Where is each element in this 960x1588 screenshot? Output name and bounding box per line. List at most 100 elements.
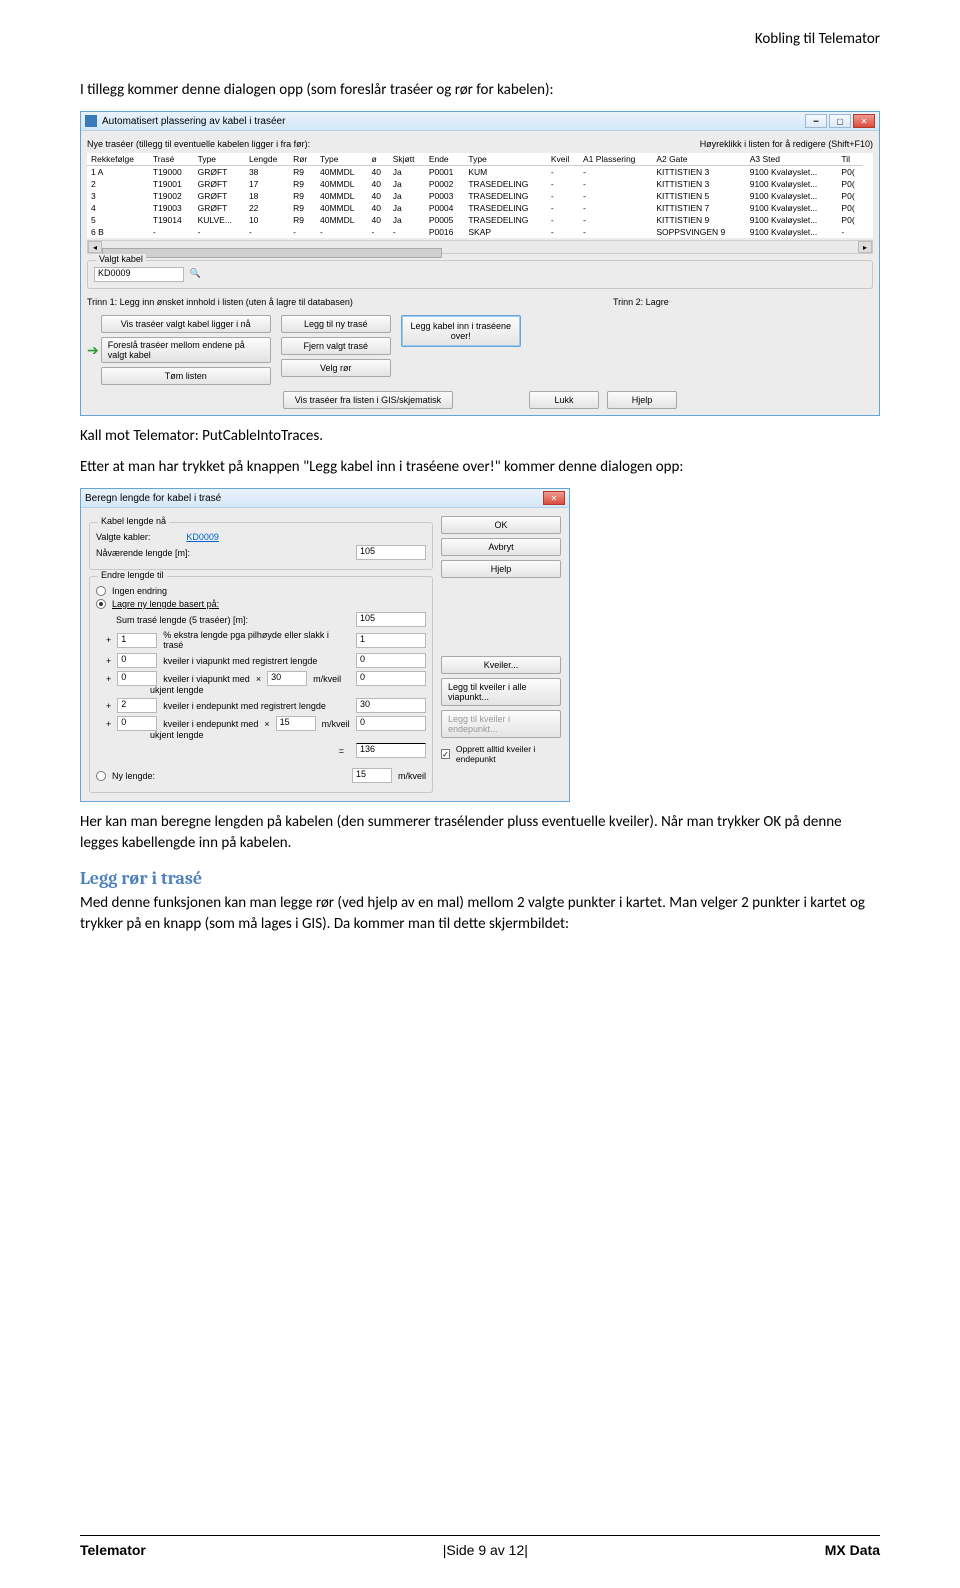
dialog1-titlebar[interactable]: Automatisert plassering av kabel i trasé… [81,112,879,131]
table-row[interactable]: 6 B-------P0016SKAP--SOPPSVINGEN 99100 K… [87,226,873,238]
table-cell: KITTISTIEN 3 [652,178,745,190]
col-header[interactable]: A1 Plassering [579,153,652,166]
show-in-gis-button[interactable]: Vis traséer fra listen i GIS/skjematisk [283,391,453,409]
dialog1-left-label: Nye traséer (tillegg til eventuelle kabe… [87,139,310,149]
via-ukj-mul-field[interactable]: 30 [267,671,307,686]
table-cell: SKAP [464,226,547,238]
always-create-checkbox[interactable] [441,749,450,759]
table-row[interactable]: 4T19003GRØFT22R940MMDL40JaP0004TRASEDELI… [87,202,873,214]
col-header[interactable]: Rør [289,153,316,166]
col-header[interactable]: Til [837,153,863,166]
remove-trace-button[interactable]: Fjern valgt trasé [281,337,391,355]
table-cell: R9 [289,214,316,226]
pct-extra-field[interactable]: 1 [356,633,426,648]
end-ukj-prefix-field[interactable]: 0 [117,716,157,731]
put-cable-button[interactable]: Legg kabel inn i traséene over! [401,315,521,347]
scroll-right-icon[interactable]: ▸ [858,241,872,253]
via-reg-prefix-field[interactable]: 0 [117,653,157,668]
show-current-traces-button[interactable]: Vis traséer valgt kabel ligger i nå [101,315,271,333]
table-cell: P0( [837,178,863,190]
choose-pipe-button[interactable]: Velg rør [281,359,391,377]
save-new-radio[interactable] [96,599,106,609]
selected-cables-link[interactable]: KD0009 [186,532,219,542]
green-arrow-icon: ➔ [87,342,99,359]
close-button[interactable]: Lukk [529,391,599,409]
col-header[interactable]: A2 Gate [652,153,745,166]
cancel-button[interactable]: Avbryt [441,538,561,556]
col-header[interactable]: A3 Sted [746,153,838,166]
add-via-kveiler-button[interactable]: Legg til kveiler i alle viapunkt... [441,678,561,706]
scroll-left-icon[interactable]: ◂ [88,241,102,253]
minimize-icon[interactable]: ━ [805,114,827,128]
ok-button[interactable]: OK [441,516,561,534]
suggest-traces-button[interactable]: Foreslå traséer mellom endene på valgt k… [101,337,271,363]
table-cell: KITTISTIEN 5 [652,190,745,202]
table-cell: P0( [837,214,863,226]
table-cell: 5 [87,214,149,226]
table-cell: - [289,226,316,238]
current-length-field[interactable]: 105 [356,545,426,560]
via-ukj-unit: m/kveil [313,674,341,684]
new-length-field[interactable]: 15 [352,768,392,783]
maximize-icon[interactable]: ▢ [829,114,851,128]
close-icon[interactable]: ✕ [853,114,875,128]
traces-table[interactable]: RekkefølgeTraséTypeLengdeRørTypeøSkjøttE… [87,153,873,238]
end-ukj-mul-field[interactable]: 15 [276,716,316,731]
kveiler-button[interactable]: Kveiler... [441,656,561,674]
table-cell: GRØFT [194,202,245,214]
col-header[interactable]: Ende [425,153,465,166]
via-ukj-field[interactable]: 0 [356,671,426,686]
total-field[interactable]: 136 [356,743,426,758]
col-header[interactable]: Rekkefølge [87,153,149,166]
table-cell: 40MMDL [316,214,368,226]
table-cell: T19000 [149,166,194,179]
table-cell: 4 [87,202,149,214]
new-length-radio[interactable] [96,771,106,781]
via-reg-field[interactable]: 0 [356,653,426,668]
col-header[interactable]: Type [464,153,547,166]
selected-cable-field[interactable]: KD0009 [94,267,184,282]
explain-text: Her kan man beregne lengden på kabelen (… [80,812,880,854]
table-cell: 40 [368,190,389,202]
dialog2-title: Beregn lengde for kabel i trasé [85,493,221,504]
end-reg-prefix-field[interactable]: 2 [117,698,157,713]
search-icon[interactable]: 🔍 [190,268,201,278]
table-row[interactable]: 5T19014KULVE...10R940MMDL40JaP0005TRASED… [87,214,873,226]
horizontal-scrollbar[interactable]: ◂ ▸ [87,240,873,254]
table-row[interactable]: 3T19002GRØFT18R940MMDL40JaP0003TRASEDELI… [87,190,873,202]
col-header[interactable]: Trasé [149,153,194,166]
clear-list-button[interactable]: Tøm listen [101,367,271,385]
col-header[interactable]: Skjøtt [389,153,425,166]
table-cell: KUM [464,166,547,179]
help-button[interactable]: Hjelp [607,391,677,409]
sum-trace-field[interactable]: 105 [356,612,426,627]
col-header[interactable]: Kveil [547,153,579,166]
table-cell: 3 [87,190,149,202]
table-cell: - [579,190,652,202]
pct-prefix-field[interactable]: 1 [117,633,157,648]
no-change-radio[interactable] [96,586,106,596]
table-cell: - [547,178,579,190]
via-ukj-prefix-field[interactable]: 0 [117,671,157,686]
table-cell: - [389,226,425,238]
col-header[interactable]: Lengde [245,153,289,166]
col-header[interactable]: Type [316,153,368,166]
add-trace-button[interactable]: Legg til ny trasé [281,315,391,333]
table-row[interactable]: 1 AT19000GRØFT38R940MMDL40JaP0001KUM--KI… [87,166,873,179]
table-row[interactable]: 2T19001GRØFT17R940MMDL40JaP0002TRASEDELI… [87,178,873,190]
traces-dialog: Automatisert plassering av kabel i trasé… [80,111,880,416]
col-header[interactable]: Type [194,153,245,166]
table-cell: TRASEDELING [464,202,547,214]
sum-eq: = [106,746,350,756]
end-ukj-field[interactable]: 0 [356,716,426,731]
table-cell: Ja [389,214,425,226]
col-header[interactable]: ø [368,153,389,166]
help-button[interactable]: Hjelp [441,560,561,578]
dialog2-titlebar[interactable]: Beregn lengde for kabel i trasé ✕ [81,489,569,508]
table-cell: 1 A [87,166,149,179]
end-reg-field[interactable]: 30 [356,698,426,713]
table-cell: 9100 Kvaløyslet... [746,226,838,238]
table-cell: 18 [245,190,289,202]
table-cell: GRØFT [194,166,245,179]
close-icon[interactable]: ✕ [543,491,565,505]
